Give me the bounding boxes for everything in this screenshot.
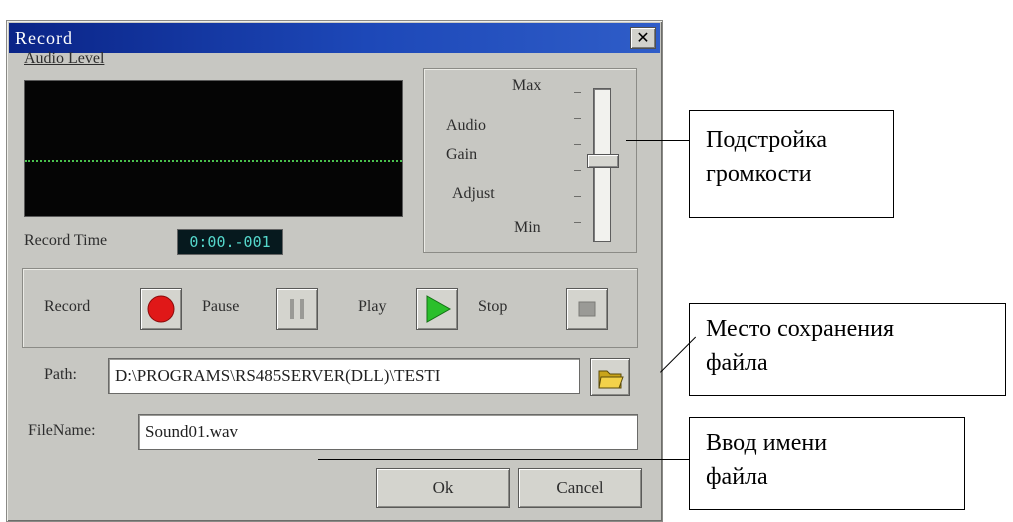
gain-slider-thumb[interactable]: [587, 154, 619, 168]
filename-callout: Ввод имени файла: [689, 417, 965, 510]
path-field[interactable]: D:\PROGRAMS\RS485SERVER(DLL)\TESTI: [108, 358, 580, 394]
browse-folder-button[interactable]: [590, 358, 630, 396]
transport-panel: [22, 268, 638, 348]
play-icon: [426, 295, 452, 323]
pause-label: Pause: [202, 298, 240, 315]
ok-button[interactable]: Ok: [376, 468, 510, 508]
audio-level-label: Audio Level: [24, 50, 105, 67]
close-button[interactable]: ✕: [630, 27, 656, 49]
gain-max-label: Max: [512, 77, 542, 94]
audio-level-meter: [24, 80, 403, 217]
folder-open-icon: [598, 370, 624, 389]
filename-leader-line: [318, 459, 689, 460]
slider-tick: [574, 92, 581, 93]
filename-callout-line2: файла: [706, 464, 768, 490]
save-location-callout: Место сохранения файла: [689, 303, 1006, 396]
volume-callout-line2: громкости: [706, 161, 812, 187]
cancel-button[interactable]: Cancel: [518, 468, 642, 508]
gain-label-gain: Gain: [446, 146, 478, 163]
stop-label: Stop: [478, 298, 508, 315]
path-label: Path:: [44, 366, 77, 383]
play-label: Play: [358, 298, 387, 315]
title-bar[interactable]: Record ✕: [9, 23, 660, 53]
pause-button[interactable]: [276, 288, 318, 330]
stop-button[interactable]: [566, 288, 608, 330]
save-location-callout-line1: Место сохранения: [706, 316, 895, 342]
record-time-display: 0:00.-001: [177, 229, 283, 255]
close-icon: ✕: [636, 28, 650, 47]
slider-tick: [574, 118, 581, 119]
audio-level-trace: [25, 160, 402, 162]
gain-label-audio: Audio: [446, 117, 486, 134]
record-label: Record: [44, 298, 91, 315]
record-icon: [147, 295, 175, 323]
record-button[interactable]: [140, 288, 182, 330]
stop-icon: [578, 301, 596, 317]
filename-field[interactable]: Sound01.wav: [138, 414, 638, 450]
slider-tick: [574, 196, 581, 197]
record-time-label: Record Time: [24, 232, 108, 249]
volume-callout-line1: Подстройка: [706, 127, 828, 153]
save-location-callout-line2: файла: [706, 350, 768, 376]
gain-min-label: Min: [514, 219, 541, 236]
filename-label: FileName:: [28, 422, 96, 439]
slider-tick: [574, 170, 581, 171]
volume-callout: Подстройка громкости: [689, 110, 894, 218]
gain-label-adjust: Adjust: [452, 185, 495, 202]
volume-leader-line: [626, 140, 689, 141]
play-button[interactable]: [416, 288, 458, 330]
slider-tick: [574, 144, 581, 145]
filename-callout-line1: Ввод имени: [706, 430, 828, 456]
dialog-title: Record: [15, 28, 73, 48]
slider-tick: [574, 222, 581, 223]
pause-icon: [290, 299, 304, 319]
